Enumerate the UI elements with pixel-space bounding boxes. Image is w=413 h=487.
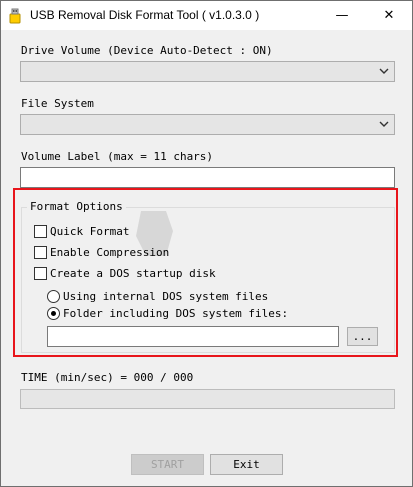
quick-format-checkbox[interactable]: Quick Format: [34, 225, 129, 238]
radio-button-selected: [47, 307, 60, 320]
checkbox-box: [34, 267, 47, 280]
minimize-button[interactable]: —: [319, 1, 365, 30]
browse-button-label: ...: [352, 330, 373, 343]
app-window: USB Removal Disk Format Tool ( v1.0.3.0 …: [0, 0, 413, 487]
exit-button-label: Exit: [233, 458, 260, 471]
checkbox-box: [34, 225, 47, 238]
close-icon: ✕: [383, 8, 395, 23]
dos-folder-path-input[interactable]: [47, 326, 339, 347]
time-readout: TIME (min/sec) = 000 / 000: [21, 371, 194, 384]
radio-button: [47, 290, 60, 303]
browse-button[interactable]: ...: [347, 327, 378, 346]
format-options-title: Format Options: [27, 200, 126, 213]
exit-button[interactable]: Exit: [210, 454, 283, 475]
window-title: USB Removal Disk Format Tool ( v1.0.3.0 …: [30, 8, 260, 22]
checkbox-box: [34, 246, 47, 259]
drive-volume-label: Drive Volume (Device Auto-Detect : ON): [21, 44, 273, 57]
radio-folder-dos-files[interactable]: Folder including DOS system files:: [47, 307, 288, 320]
drive-volume-select[interactable]: [20, 61, 395, 82]
enable-compression-checkbox[interactable]: Enable Compression: [34, 246, 169, 259]
volume-label-caption: Volume Label (max = 11 chars): [21, 150, 214, 163]
chevron-down-icon: [379, 68, 389, 74]
enable-compression-label: Enable Compression: [50, 246, 170, 259]
usb-drive-icon: [9, 8, 21, 24]
start-button-label: START: [150, 458, 185, 471]
volume-label-input[interactable]: [20, 167, 395, 188]
close-button[interactable]: ✕: [366, 1, 412, 30]
minimize-icon: —: [335, 8, 349, 23]
start-button[interactable]: START: [131, 454, 204, 475]
create-dos-disk-label: Create a DOS startup disk: [50, 267, 216, 280]
file-system-select[interactable]: [20, 114, 395, 135]
radio-internal-dos-files[interactable]: Using internal DOS system files: [47, 290, 268, 303]
radio-internal-label: Using internal DOS system files: [63, 290, 269, 303]
quick-format-label: Quick Format: [50, 225, 130, 238]
create-dos-disk-checkbox[interactable]: Create a DOS startup disk: [34, 267, 216, 280]
title-bar: USB Removal Disk Format Tool ( v1.0.3.0 …: [1, 1, 412, 30]
file-system-label: File System: [21, 97, 94, 110]
radio-folder-label: Folder including DOS system files:: [63, 307, 289, 320]
chevron-down-icon: [379, 121, 389, 127]
format-progress-bar: [20, 389, 395, 409]
